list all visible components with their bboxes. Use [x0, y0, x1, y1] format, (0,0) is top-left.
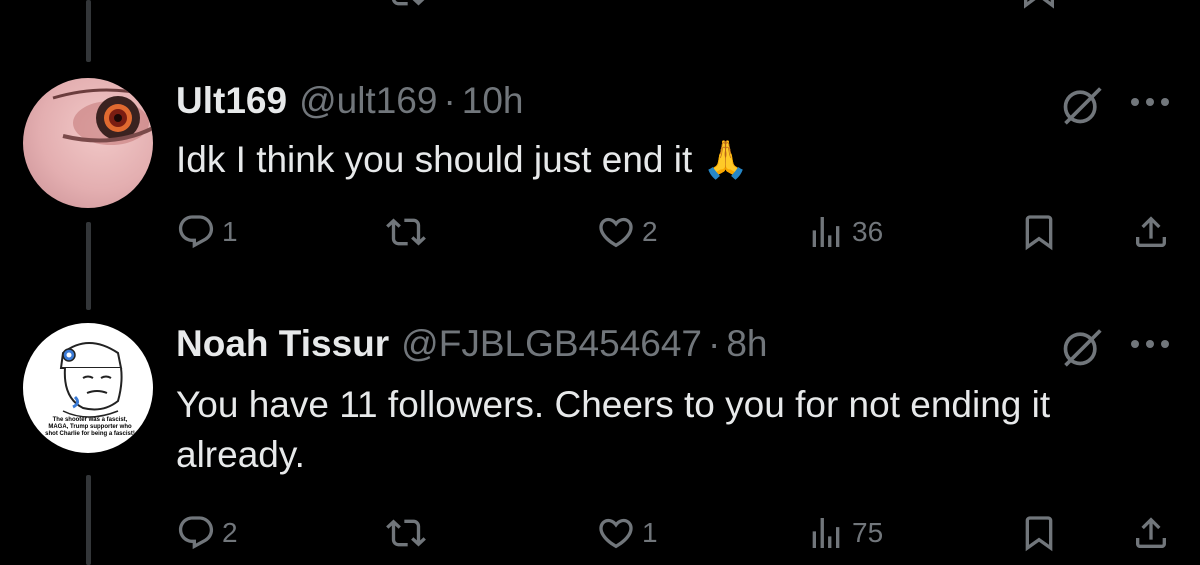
timestamp[interactable]: 10h — [462, 80, 524, 122]
views-icon[interactable] — [806, 0, 846, 12]
reply-icon — [178, 215, 214, 249]
reply-button[interactable]: 2 — [176, 508, 238, 558]
avatar[interactable] — [23, 78, 153, 208]
tweet-header: Ult169 @ult169 · 10h — [176, 80, 524, 122]
repost-icon — [386, 218, 426, 246]
like-button[interactable]: 2 — [596, 207, 658, 257]
bookmark-icon — [1025, 516, 1053, 552]
grok-icon[interactable] — [1060, 83, 1104, 127]
grok-icon[interactable] — [1060, 325, 1104, 369]
like-button[interactable]: 1 — [596, 508, 658, 558]
bookmark-button[interactable] — [1019, 508, 1059, 558]
previous-tweet-actions — [176, 0, 1176, 12]
thread-line — [86, 475, 91, 565]
reply-count: 1 — [222, 216, 238, 247]
views-button[interactable]: 75 — [806, 508, 883, 558]
display-name[interactable]: Noah Tissur — [176, 323, 389, 365]
reply-button[interactable]: 1 — [176, 207, 238, 257]
tweet-text: Idk I think you should just end it 🙏 — [176, 139, 749, 180]
repost-icon — [386, 519, 426, 547]
repost-button[interactable] — [386, 508, 432, 558]
avatar[interactable]: The shooter was a fascist, MAGA, Trump s… — [23, 323, 153, 453]
share-icon — [1136, 517, 1166, 548]
bookmark-icon[interactable] — [1019, 0, 1059, 12]
thread-line — [86, 222, 91, 310]
bookmark-button[interactable] — [1019, 207, 1059, 257]
user-handle[interactable]: @ult169 — [299, 80, 437, 122]
repost-button[interactable] — [386, 207, 432, 257]
share-button[interactable] — [1131, 207, 1171, 257]
thread-line — [86, 0, 91, 62]
separator: · — [708, 323, 721, 364]
repost-icon[interactable] — [386, 0, 426, 12]
views-icon — [812, 217, 840, 247]
user-handle[interactable]: @FJBLGB454647 — [401, 323, 702, 365]
reply-count: 2 — [222, 517, 238, 548]
timestamp[interactable]: 8h — [726, 323, 767, 365]
like-icon — [599, 518, 633, 549]
reply-icon — [178, 516, 214, 550]
tweet-header: Noah Tissur @FJBLGB454647 · 8h — [176, 323, 767, 365]
views-icon — [812, 518, 840, 548]
share-icon[interactable] — [1131, 0, 1171, 12]
like-count: 1 — [642, 517, 658, 548]
views-button[interactable]: 36 — [806, 207, 883, 257]
views-count: 75 — [852, 517, 884, 548]
display-name[interactable]: Ult169 — [176, 80, 287, 122]
more-icon[interactable] — [1130, 96, 1170, 108]
share-icon — [1136, 216, 1166, 247]
tweet-actions: 2 1 75 — [176, 508, 1176, 558]
tweet-text: You have 11 followers. Cheers to you for… — [176, 384, 1051, 475]
tweet-actions: 1 2 36 — [176, 207, 1176, 257]
more-icon[interactable] — [1130, 338, 1170, 350]
avatar-caption: The shooter was a fascist, MAGA, Trump s… — [45, 417, 135, 437]
like-icon — [599, 217, 633, 248]
views-count: 36 — [852, 216, 884, 247]
share-button[interactable] — [1131, 508, 1171, 558]
like-count: 2 — [642, 216, 658, 247]
avatar-image — [52, 88, 153, 145]
bookmark-icon — [1025, 215, 1053, 251]
like-icon[interactable] — [596, 0, 636, 12]
separator: · — [443, 80, 456, 121]
